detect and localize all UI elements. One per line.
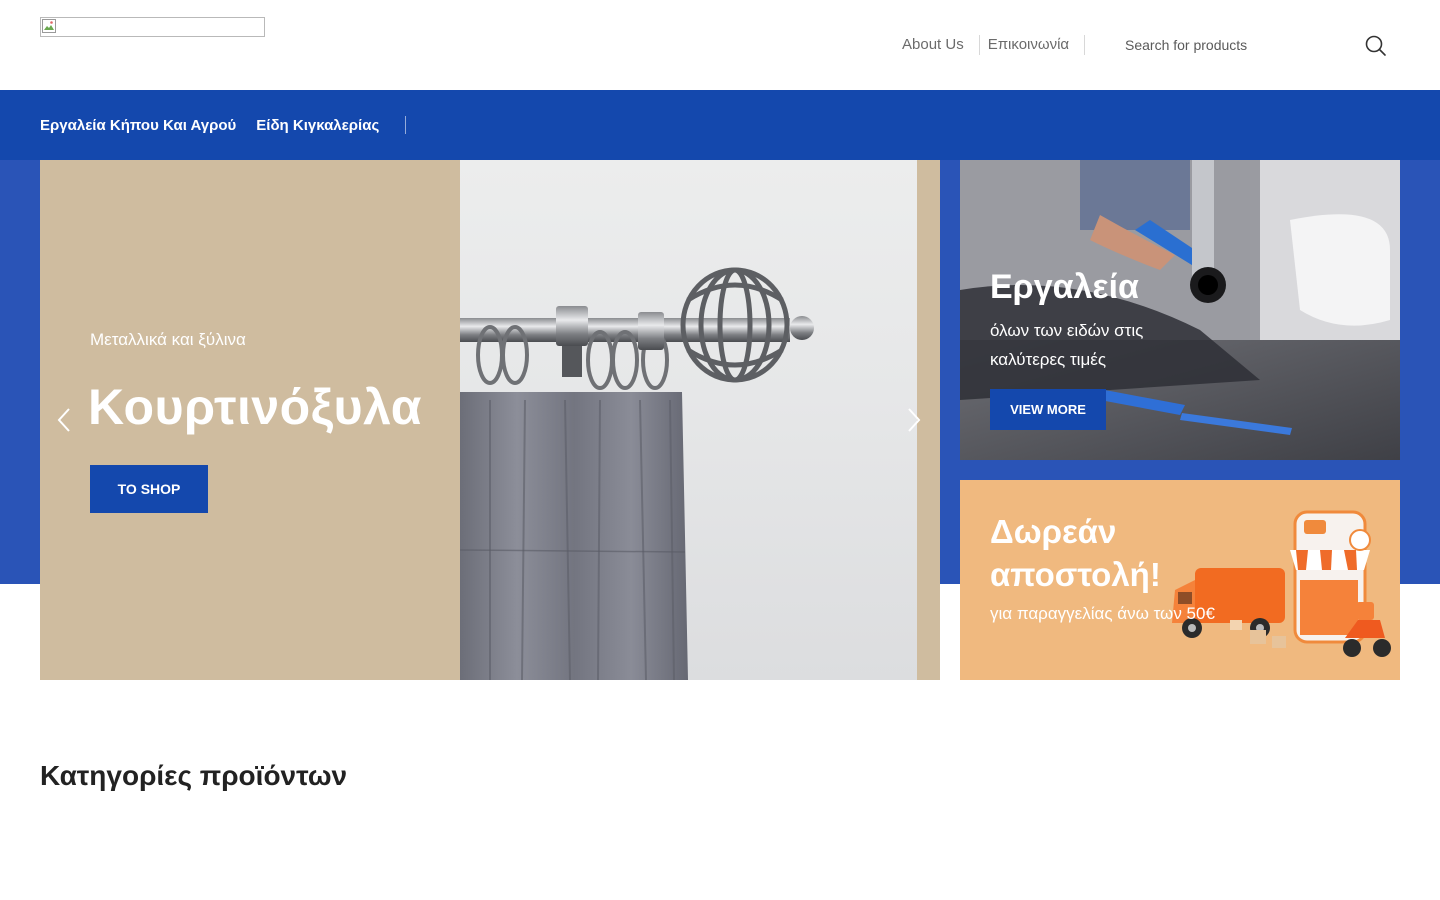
promo-tools-title: Εργαλεία (990, 268, 1139, 306)
site-logo[interactable] (40, 17, 265, 37)
hero-slider: Μεταλλικά και ξύλινα Κουρτινόξυλα TO SHO… (40, 160, 940, 680)
slide-title: Κουρτινόξυλα (88, 379, 423, 435)
product-search (1110, 26, 1400, 64)
promo-delivery-title: Δωρεάν αποστολή! (990, 513, 1161, 593)
broken-image-icon (42, 19, 56, 33)
nav-link-contact[interactable]: Επικοινωνία (978, 35, 1084, 55)
top-navigation: About Us Επικοινωνία (894, 34, 1086, 56)
category-divider (405, 116, 407, 134)
slide-subtitle: Μεταλλικά και ξύλινα (90, 330, 246, 349)
product-categories-heading: Κατηγορίες προϊόντων (40, 760, 348, 791)
category-menu-bar: Εργαλεία Κήπου Και Αγρού Είδη Κιγκαλερία… (0, 90, 1440, 160)
view-more-button[interactable]: VIEW MORE (990, 389, 1106, 430)
category-link-garden-tools[interactable]: Εργαλεία Κήπου Και Αγρού (40, 117, 236, 134)
promo-banner-tools[interactable]: Εργαλεία όλων των ειδών στις καλύτερες τ… (960, 160, 1400, 460)
nav-divider (1084, 35, 1086, 55)
promo-banner-free-delivery[interactable]: Δωρεάν αποστολή! για παραγγελίας άνω των… (960, 480, 1400, 680)
category-link-hardware[interactable]: Είδη Κιγκαλερίας (256, 117, 379, 134)
chevron-right-icon[interactable] (904, 405, 924, 435)
to-shop-button[interactable]: TO SHOP (90, 465, 208, 513)
promo-tools-subtitle: όλων των ειδών στις καλύτερες τιμές (990, 321, 1144, 369)
curtain-rod-photo (460, 160, 917, 680)
site-header: About Us Επικοινωνία (0, 0, 1440, 90)
chevron-left-icon[interactable] (54, 405, 74, 435)
search-icon[interactable] (1364, 34, 1388, 58)
search-input[interactable] (1110, 26, 1360, 64)
promo-delivery-subtitle: για παραγγελίας άνω των 50€ (990, 604, 1215, 623)
nav-link-about-us[interactable]: About Us (894, 35, 979, 55)
